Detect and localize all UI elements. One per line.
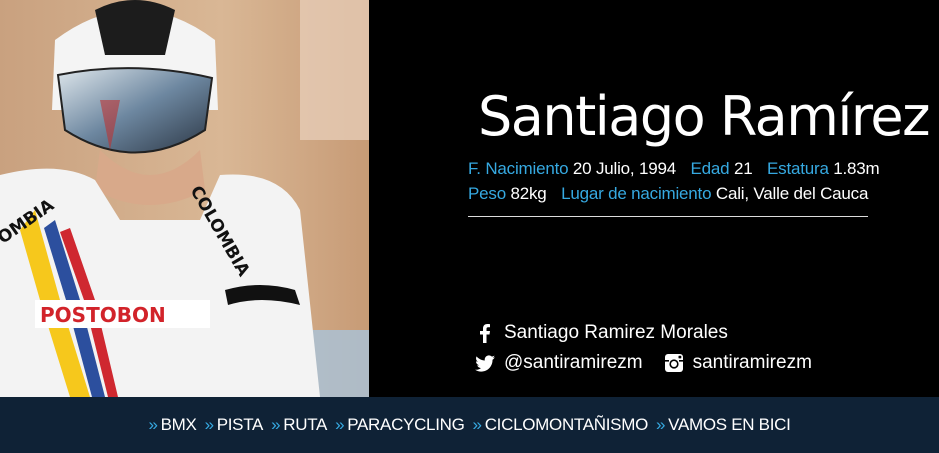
- nav-label: RUTA: [283, 415, 328, 434]
- nav-label: PISTA: [216, 415, 264, 434]
- facebook-icon: [474, 322, 496, 344]
- athlete-info: Santiago Ramírez F. Nacimiento 20 Julio,…: [468, 84, 930, 217]
- birthplace-label: Lugar de nacimiento: [561, 184, 712, 203]
- age-label: Edad: [690, 159, 730, 178]
- divider: [468, 216, 868, 217]
- height-value: 1.83m: [833, 159, 880, 178]
- discipline-nav: » BMX » PISTA » RUTA » PARACYCLING » CICLOMON…: [0, 397, 939, 453]
- chevron-icon: »: [204, 415, 214, 434]
- nav-label: CICLOMONTAÑISMO: [484, 415, 649, 434]
- age-value: 21: [733, 159, 753, 178]
- instagram-link[interactable]: santiramirezm: [663, 348, 812, 378]
- nav-item-ruta[interactable]: » RUTA: [271, 415, 327, 435]
- chevron-icon: »: [148, 415, 158, 434]
- social-row-2: @santiramirezm santiramirezm: [474, 348, 832, 378]
- nav-label: PARACYCLING: [347, 415, 465, 434]
- athlete-name: Santiago Ramírez: [478, 85, 930, 148]
- social-row-1: Santiago Ramirez Morales: [474, 318, 832, 348]
- nav-item-paracycling[interactable]: » PARACYCLING: [335, 415, 465, 435]
- svg-text:POSTOBON: POSTOBON: [40, 303, 166, 327]
- chevron-icon: »: [271, 415, 281, 434]
- athlete-hero: POSTOBON COLOMBIA OMBIA Santiago Ramírez…: [0, 0, 939, 397]
- nav-item-bmx[interactable]: » BMX: [148, 415, 196, 435]
- chevron-icon: »: [656, 415, 666, 434]
- chevron-icon: »: [335, 415, 345, 434]
- facts-row-2: Peso 82kg Lugar de nacimiento Cali, Vall…: [468, 181, 868, 206]
- nav-item-pista[interactable]: » PISTA: [205, 415, 264, 435]
- chevron-icon: »: [472, 415, 482, 434]
- athlete-photo: POSTOBON COLOMBIA OMBIA: [0, 0, 369, 397]
- nav-label: BMX: [160, 415, 197, 434]
- instagram-icon: [663, 352, 685, 374]
- twitter-icon: [474, 352, 496, 374]
- birthplace-value: Cali, Valle del Cauca: [715, 184, 869, 203]
- birth-label: F. Nacimiento: [468, 159, 569, 178]
- weight-label: Peso: [468, 184, 506, 203]
- weight-value: 82kg: [510, 184, 547, 203]
- facebook-link[interactable]: Santiago Ramirez Morales: [474, 318, 728, 348]
- social-links: Santiago Ramirez Morales @santiramirezm …: [474, 318, 832, 378]
- twitter-label: @santiramirezm: [504, 352, 643, 373]
- birth-value: 20 Julio, 1994: [572, 159, 676, 178]
- facebook-label: Santiago Ramirez Morales: [504, 322, 728, 343]
- nav-item-ciclomontanismo[interactable]: » CICLOMONTAÑISMO: [472, 415, 649, 435]
- instagram-label: santiramirezm: [692, 352, 812, 373]
- nav-item-vamos-en-bici[interactable]: » VAMOS EN BICI: [656, 415, 791, 435]
- twitter-link[interactable]: @santiramirezm: [474, 348, 643, 378]
- facts-row-1: F. Nacimiento 20 Julio, 1994 Edad 21 Est…: [468, 156, 880, 181]
- height-label: Estatura: [767, 159, 829, 178]
- nav-label: VAMOS EN BICI: [668, 415, 791, 434]
- athlete-facts: F. Nacimiento 20 Julio, 1994 Edad 21 Est…: [468, 156, 880, 206]
